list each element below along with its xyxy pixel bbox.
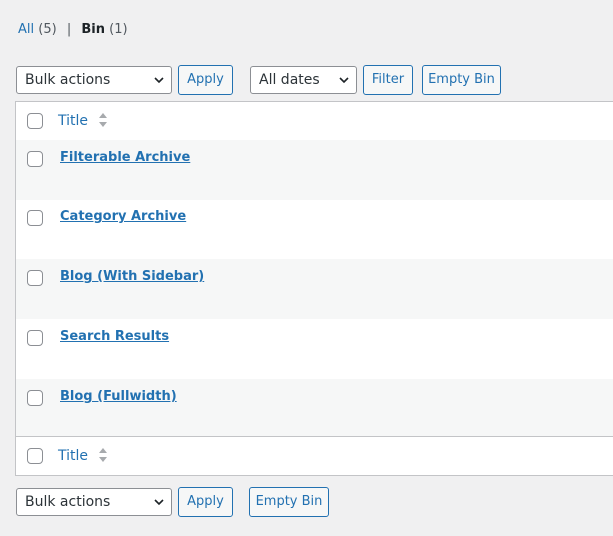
column-title-footer[interactable]: Title: [58, 447, 108, 465]
row-title-link[interactable]: Category Archive: [60, 208, 186, 226]
row-title-link[interactable]: Search Results: [60, 328, 169, 346]
view-all-link[interactable]: All: [18, 22, 34, 37]
row-checkbox[interactable]: [27, 390, 43, 406]
empty-bin-button-bottom[interactable]: Empty Bin: [249, 487, 329, 517]
table-row: Search Results: [16, 319, 613, 379]
row-checkbox[interactable]: [27, 270, 43, 286]
chevron-down-icon: [154, 499, 164, 506]
view-filters: All (5) | Bin (1): [18, 21, 128, 39]
select-all-checkbox-bottom[interactable]: [27, 448, 43, 464]
bulk-actions-selected-bottom: Bulk actions: [25, 494, 111, 510]
table-header: Title: [16, 102, 613, 141]
row-checkbox[interactable]: [27, 330, 43, 346]
apply-button-top[interactable]: Apply: [178, 65, 233, 95]
table-row: Filterable Archive: [16, 140, 613, 200]
trash-list-table: Title Filterable Archive Category Archiv…: [15, 101, 613, 476]
sort-arrows-icon: [99, 448, 108, 462]
view-all-label: All: [18, 22, 35, 37]
chevron-down-icon: [339, 77, 349, 84]
table-footer: Title: [16, 436, 613, 475]
table-row: Blog (Fullwidth): [16, 379, 613, 439]
row-checkbox[interactable]: [27, 210, 43, 226]
column-title-footer-label: Title: [58, 448, 89, 464]
row-title-link[interactable]: Blog (With Sidebar): [60, 268, 204, 286]
row-title-link[interactable]: Blog (Fullwidth): [60, 388, 177, 406]
filter-button[interactable]: Filter: [363, 65, 413, 95]
bulk-actions-select-top[interactable]: Bulk actions: [16, 66, 172, 94]
date-filter-select[interactable]: All dates: [250, 66, 357, 94]
date-filter-selected: All dates: [259, 72, 320, 88]
chevron-down-icon: [154, 77, 164, 84]
column-title-header[interactable]: Title: [58, 112, 108, 130]
empty-bin-button-top[interactable]: Empty Bin: [422, 65, 501, 95]
table-row: Blog (With Sidebar): [16, 259, 613, 319]
view-separator: |: [66, 22, 72, 37]
view-bin-count: (1): [109, 22, 128, 37]
bulk-actions-select-bottom[interactable]: Bulk actions: [16, 488, 172, 516]
select-all-checkbox-top[interactable]: [27, 113, 43, 129]
apply-button-bottom[interactable]: Apply: [178, 487, 233, 517]
row-title-link[interactable]: Filterable Archive: [60, 149, 190, 167]
view-bin-current: Bin: [81, 22, 105, 37]
bulk-actions-selected-top: Bulk actions: [25, 72, 111, 88]
view-all-count: (5): [38, 22, 57, 37]
sort-arrows-icon: [99, 113, 108, 127]
row-checkbox[interactable]: [27, 151, 43, 167]
column-title-label: Title: [58, 113, 89, 129]
table-row: Category Archive: [16, 199, 613, 259]
